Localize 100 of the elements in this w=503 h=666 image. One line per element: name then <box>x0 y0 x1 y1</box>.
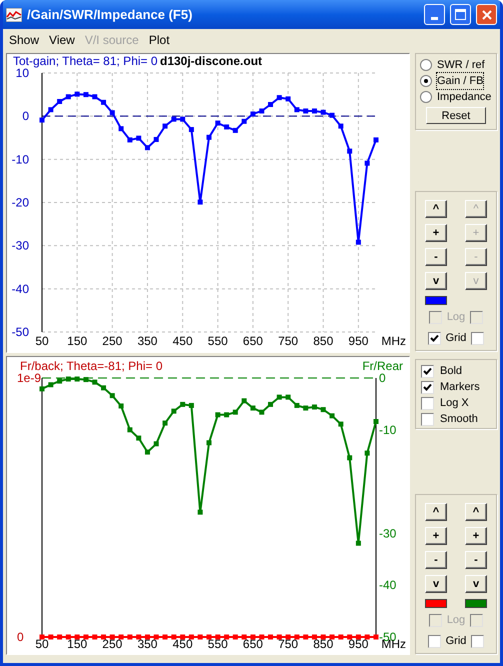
radio-button[interactable] <box>420 75 432 87</box>
menu-item[interactable]: Show <box>6 30 42 48</box>
x-tick-label: 50 <box>35 637 49 651</box>
series-color-swatch[interactable] <box>425 599 447 608</box>
checkbox-label: Grid <box>446 634 466 650</box>
point <box>215 412 220 418</box>
minimize-icon <box>431 17 438 20</box>
point <box>320 407 326 412</box>
x-tick-label: 350 <box>137 334 158 348</box>
axis-button[interactable]: v <box>425 575 447 593</box>
point <box>180 402 186 407</box>
point <box>356 240 361 245</box>
axis-button[interactable]: - <box>425 551 447 569</box>
axis-button[interactable]: ^ <box>425 503 447 521</box>
axis-button[interactable]: v <box>425 272 447 290</box>
point <box>338 422 344 427</box>
point <box>127 427 132 432</box>
point <box>356 540 361 546</box>
point <box>250 112 256 117</box>
point <box>294 107 300 112</box>
point <box>276 95 282 100</box>
right-y-tick-label: -30 <box>379 526 396 540</box>
point <box>57 378 62 384</box>
point <box>162 124 168 129</box>
axis-button[interactable]: + <box>425 527 447 545</box>
point <box>154 136 159 142</box>
point <box>171 408 176 414</box>
point <box>294 402 300 408</box>
point <box>66 94 71 100</box>
series-color-swatch[interactable] <box>465 599 487 608</box>
axis-button[interactable]: - <box>465 551 487 569</box>
point <box>232 410 238 415</box>
point <box>206 440 212 446</box>
point <box>364 450 370 456</box>
reset-button[interactable]: Reset <box>426 107 486 124</box>
point <box>215 120 220 126</box>
x-tick-label: 150 <box>67 334 88 348</box>
point <box>110 393 115 398</box>
x-tick-label: 750 <box>278 637 298 651</box>
x-tick-label: 350 <box>137 637 158 651</box>
right-y-tick-label: -40 <box>379 578 396 592</box>
checkbox[interactable] <box>421 412 434 426</box>
checkbox[interactable] <box>421 364 434 378</box>
point <box>188 127 194 132</box>
chart-title: Tot-gain; Theta= 81; Phi= 0 <box>13 54 158 68</box>
y-tick-label: -20 <box>12 196 29 210</box>
axis-button[interactable]: ^ <box>425 200 447 218</box>
x-tick-label: 250 <box>102 334 122 348</box>
minimize-button[interactable] <box>424 4 445 25</box>
checkbox[interactable] <box>471 635 484 648</box>
x-tick-label: 950 <box>348 637 368 651</box>
menu-item[interactable]: View <box>46 30 78 48</box>
checkbox-label: Smooth <box>440 412 478 427</box>
checkbox-label: Log <box>446 310 466 326</box>
close-icon <box>482 10 492 20</box>
chart-title: Fr/back; Theta=-81; Phi= 0 <box>20 359 163 373</box>
point <box>224 412 230 418</box>
axis-button[interactable]: - <box>425 248 447 266</box>
series-color-swatch[interactable] <box>425 296 447 305</box>
checkbox[interactable] <box>471 332 484 345</box>
y-tick-label: -30 <box>12 238 29 253</box>
checkbox[interactable] <box>428 635 441 648</box>
x-tick-label: 450 <box>172 334 193 348</box>
checkbox[interactable] <box>421 396 434 410</box>
maximize-button[interactable] <box>450 4 471 25</box>
left-y-tick-label: 1e-9 <box>17 371 42 385</box>
checkbox-label: Bold <box>440 364 462 379</box>
y-axis-title: Fr/Rear <box>362 359 403 373</box>
point <box>286 96 291 102</box>
y-tick-label: -40 <box>12 282 29 296</box>
point <box>127 137 132 142</box>
radio-button[interactable] <box>420 91 432 103</box>
y-tick-label: 0 <box>22 109 29 124</box>
menu-item[interactable]: Plot <box>146 30 173 48</box>
maximize-icon <box>455 9 466 20</box>
radio-button[interactable] <box>420 59 432 71</box>
left-y-tick-label: 0 <box>17 630 24 644</box>
checkbox[interactable] <box>428 332 441 345</box>
axis-button[interactable]: + <box>425 224 447 242</box>
point <box>320 110 326 115</box>
point <box>198 200 203 205</box>
checkbox-label: Log <box>446 613 466 628</box>
point <box>250 406 256 411</box>
point <box>259 108 264 114</box>
point <box>83 92 88 98</box>
point <box>330 112 335 118</box>
axis-button[interactable]: ^ <box>465 503 487 521</box>
point <box>48 382 54 388</box>
point <box>303 406 308 411</box>
point <box>259 410 264 415</box>
point <box>224 124 230 130</box>
point <box>276 394 282 400</box>
point <box>268 102 274 108</box>
axis-button[interactable]: + <box>465 527 487 545</box>
axis-button[interactable]: v <box>465 575 487 593</box>
close-button[interactable] <box>476 4 497 25</box>
point <box>144 145 150 150</box>
checkbox[interactable] <box>421 380 434 394</box>
point <box>154 441 159 446</box>
file-name: d130j-discone.out <box>160 54 262 68</box>
